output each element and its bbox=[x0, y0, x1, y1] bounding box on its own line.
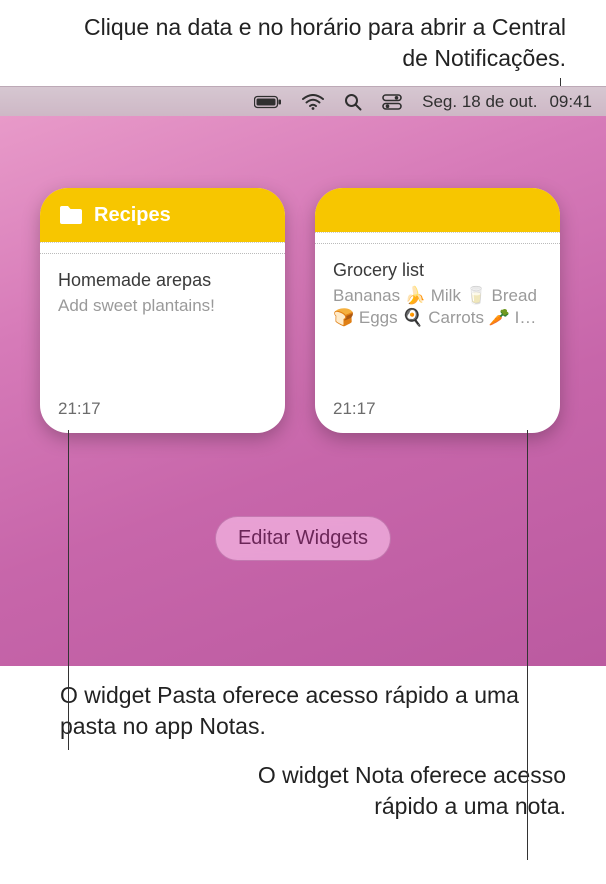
folder-widget[interactable]: Recipes Homemade arepas Add sweet planta… bbox=[40, 188, 285, 433]
menubar-date: Seg. 18 de out. bbox=[422, 92, 537, 112]
edit-widgets-button[interactable]: Editar Widgets bbox=[215, 516, 391, 561]
folder-widget-title: Recipes bbox=[94, 204, 171, 227]
callout-line-note bbox=[527, 430, 528, 860]
annotations-bottom: O widget Pasta oferece acesso rápido a u… bbox=[0, 666, 606, 822]
folder-note-preview: Add sweet plantains! bbox=[58, 295, 267, 317]
note-widget[interactable]: Grocery list Bananas 🍌 Milk 🥛 Bread 🍞 Eg… bbox=[315, 188, 560, 433]
note-title: Grocery list bbox=[333, 260, 542, 281]
callout-line-folder bbox=[68, 430, 69, 750]
folder-note-title: Homemade arepas bbox=[58, 270, 267, 291]
folder-note-time: 21:17 bbox=[58, 399, 267, 419]
note-time: 21:17 bbox=[333, 399, 542, 419]
annotation-top-text: Clique na data e no horário para abrir a… bbox=[84, 14, 566, 71]
annotation-bottom-right: O widget Nota oferece acesso rápido a um… bbox=[60, 760, 566, 822]
folder-widget-body: Homemade arepas Add sweet plantains! 21:… bbox=[40, 242, 285, 433]
screenshot-area: Seg. 18 de out. 09:41 Recipes Homemade a… bbox=[0, 86, 606, 666]
folder-icon bbox=[58, 204, 84, 226]
widgets-row: Recipes Homemade arepas Add sweet planta… bbox=[40, 188, 566, 433]
search-icon[interactable] bbox=[344, 93, 362, 111]
folder-widget-header: Recipes bbox=[40, 188, 285, 242]
desktop: Recipes Homemade arepas Add sweet planta… bbox=[0, 116, 606, 666]
menubar-time: 09:41 bbox=[549, 92, 592, 112]
annotation-bottom-left: O widget Pasta oferece acesso rápido a u… bbox=[60, 680, 566, 742]
wifi-icon[interactable] bbox=[302, 94, 324, 110]
menubar: Seg. 18 de out. 09:41 bbox=[0, 86, 606, 116]
annotation-top: Clique na data e no horário para abrir a… bbox=[0, 0, 606, 74]
note-widget-header bbox=[315, 188, 560, 232]
note-widget-body: Grocery list Bananas 🍌 Milk 🥛 Bread 🍞 Eg… bbox=[315, 232, 560, 433]
note-preview: Bananas 🍌 Milk 🥛 Bread 🍞 Eggs 🍳 Carrots … bbox=[333, 285, 542, 329]
control-center-icon[interactable] bbox=[382, 94, 402, 110]
battery-icon[interactable] bbox=[254, 95, 282, 109]
menubar-datetime[interactable]: Seg. 18 de out. 09:41 bbox=[422, 92, 592, 112]
